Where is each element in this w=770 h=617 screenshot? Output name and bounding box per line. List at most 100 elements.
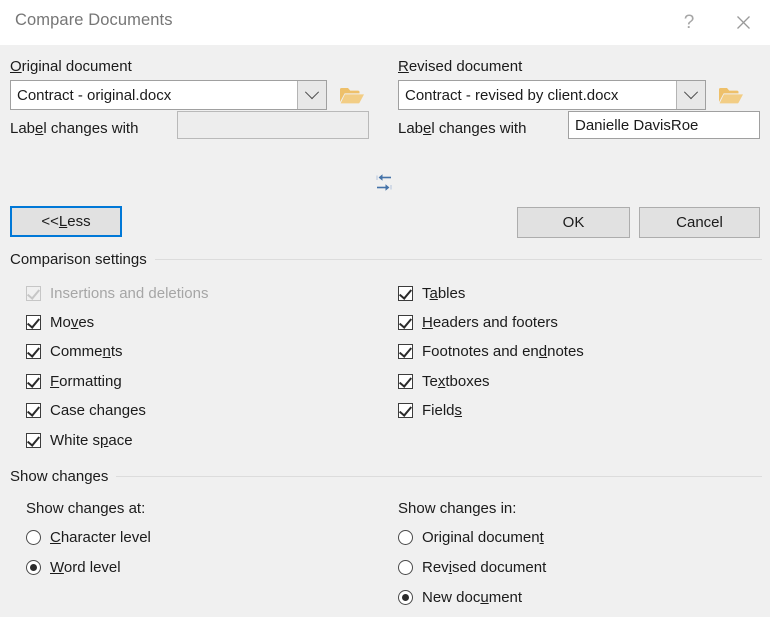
- radio-row-character-level[interactable]: Character level: [26, 526, 151, 548]
- cancel-button[interactable]: Cancel: [639, 207, 760, 238]
- checkbox-label: Comments: [50, 344, 123, 359]
- checkbox-row-formatting[interactable]: Formatting: [26, 370, 122, 392]
- question-mark-icon: ?: [684, 13, 695, 32]
- label-pre: Insertions and deletions: [50, 285, 208, 302]
- dialog-body: Original document Contract - original.do…: [0, 45, 770, 617]
- label-post: bles: [438, 285, 466, 302]
- revised-document-dropdown-button[interactable]: [676, 81, 705, 109]
- revised-document-value: Contract - revised by client.docx: [399, 81, 676, 109]
- label-accel: g: [122, 402, 130, 419]
- original-browse-button[interactable]: [337, 82, 367, 108]
- checkbox-row-textboxes[interactable]: Textboxes: [398, 370, 490, 392]
- check-icon: [399, 403, 412, 417]
- check-icon: [399, 344, 412, 358]
- label-post: haracter level: [61, 529, 151, 546]
- label-pre: Case chan: [50, 402, 122, 419]
- checkbox-row-headers-and-footers[interactable]: Headers and footers: [398, 311, 558, 333]
- radio-row-revised-document[interactable]: Revised document: [398, 556, 546, 578]
- checkbox-row-tables[interactable]: Tables: [398, 282, 465, 304]
- label-accel: F: [50, 373, 59, 390]
- checkbox-indicator: [26, 286, 41, 301]
- original-document-combobox[interactable]: Contract - original.docx: [10, 80, 327, 110]
- revised-document-label-rest: evised document: [409, 58, 522, 75]
- radio-label: Original document: [422, 530, 544, 545]
- revised-document-combobox[interactable]: Contract - revised by client.docx: [398, 80, 706, 110]
- revised-label-changes-with-label: Label changes with: [398, 121, 526, 136]
- checkbox-row-case-changes[interactable]: Case changes: [26, 400, 146, 422]
- title-bar: Compare Documents ?: [0, 0, 770, 45]
- olcw-pre: Lab: [10, 120, 35, 137]
- checkbox-indicator[interactable]: [398, 374, 413, 389]
- checkbox-label: Tables: [422, 286, 465, 301]
- checkbox-row-white-space[interactable]: White space: [26, 429, 133, 451]
- checkbox-row-comments[interactable]: Comments: [26, 341, 123, 363]
- checkbox-indicator[interactable]: [26, 344, 41, 359]
- revised-document-label: Revised document: [398, 59, 522, 74]
- checkbox-label: Case changes: [50, 403, 146, 418]
- check-icon: [27, 315, 40, 329]
- check-icon: [27, 403, 40, 417]
- radio-row-new-document[interactable]: New document: [398, 586, 522, 608]
- radio-label: Character level: [50, 530, 151, 545]
- close-button[interactable]: [720, 0, 766, 45]
- radio-row-word-level[interactable]: Word level: [26, 556, 121, 578]
- label-pre: Mo: [50, 314, 71, 331]
- comparison-settings-group-header: Comparison settings: [10, 250, 762, 268]
- revised-label-changes-with-input[interactable]: Danielle DavisRoe: [568, 111, 760, 139]
- radio-indicator[interactable]: [26, 530, 41, 545]
- close-icon: [735, 14, 752, 31]
- checkbox-indicator[interactable]: [26, 374, 41, 389]
- checkbox-indicator[interactable]: [26, 315, 41, 330]
- checkbox-label: Textboxes: [422, 374, 490, 389]
- radio-indicator[interactable]: [398, 590, 413, 605]
- checkbox-indicator[interactable]: [398, 286, 413, 301]
- olcw-post: l changes with: [43, 120, 138, 137]
- help-button[interactable]: ?: [666, 0, 712, 45]
- original-label-changes-with-input[interactable]: [177, 111, 369, 139]
- check-icon: [399, 374, 412, 388]
- label-accel: n: [103, 343, 111, 360]
- checkbox-row-footnotes-and-endnotes[interactable]: Footnotes and endnotes: [398, 341, 584, 363]
- original-document-label-accel: O: [10, 58, 22, 75]
- label-post: sed document: [452, 559, 546, 576]
- checkbox-row-fields[interactable]: Fields: [398, 400, 462, 422]
- original-document-value: Contract - original.docx: [11, 81, 297, 109]
- checkbox-indicator[interactable]: [398, 315, 413, 330]
- ok-button[interactable]: OK: [517, 207, 630, 238]
- less-accel: L: [59, 213, 67, 230]
- comparison-settings-label: Comparison settings: [10, 251, 147, 268]
- checkbox-indicator[interactable]: [398, 344, 413, 359]
- radio-row-original-document[interactable]: Original document: [398, 526, 544, 548]
- checkbox-indicator[interactable]: [26, 403, 41, 418]
- checkbox-label: Formatting: [50, 374, 122, 389]
- revised-browse-button[interactable]: [716, 82, 746, 108]
- swap-documents-icon: [372, 171, 396, 197]
- swap-documents-button[interactable]: [372, 171, 396, 197]
- show-changes-in-label: Show changes in:: [398, 500, 516, 517]
- radio-indicator[interactable]: [26, 560, 41, 575]
- label-post: ormatting: [59, 373, 122, 390]
- label-accel: W: [50, 559, 64, 576]
- show-changes-label: Show changes: [10, 468, 108, 485]
- radio-label: New document: [422, 590, 522, 605]
- radio-indicator[interactable]: [398, 560, 413, 575]
- label-pre: White s: [50, 432, 100, 449]
- original-document-dropdown-button[interactable]: [297, 81, 326, 109]
- radio-label: Revised document: [422, 560, 546, 575]
- check-icon: [27, 344, 40, 358]
- show-changes-group-header: Show changes: [10, 467, 762, 485]
- label-accel: t: [540, 529, 544, 546]
- rlcw-pre: Lab: [398, 120, 423, 137]
- radio-indicator[interactable]: [398, 530, 413, 545]
- checkbox-row-moves[interactable]: Moves: [26, 311, 94, 333]
- original-label-changes-with-label: Label changes with: [10, 121, 138, 136]
- revised-document-label-accel: R: [398, 58, 409, 75]
- less-button[interactable]: << Less: [10, 206, 122, 237]
- checkbox-indicator[interactable]: [398, 403, 413, 418]
- less-pre: <<: [41, 213, 59, 230]
- label-accel: s: [455, 402, 463, 419]
- label-pre: Rev: [422, 559, 449, 576]
- checkbox-label: Footnotes and endnotes: [422, 344, 584, 359]
- checkbox-indicator[interactable]: [26, 433, 41, 448]
- label-pre: Comme: [50, 343, 103, 360]
